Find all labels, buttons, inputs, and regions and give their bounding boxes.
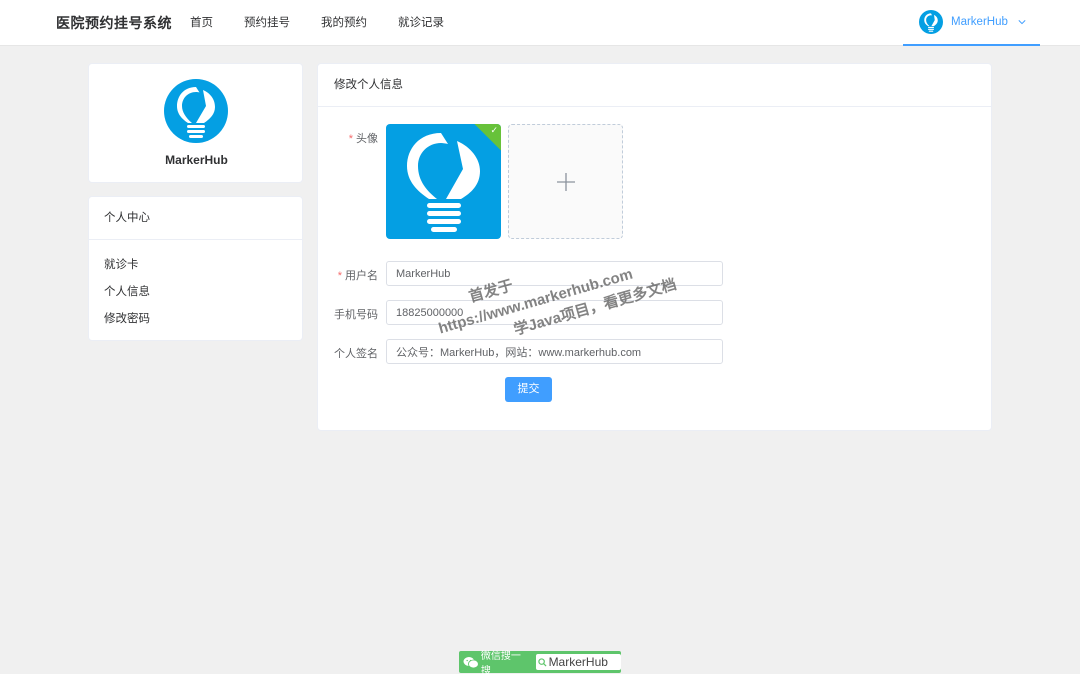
plus-icon [557,173,575,191]
menu-list: 就诊卡 个人信息 修改密码 [89,240,302,333]
badge-search-text: MarkerHub [548,655,608,669]
wechat-icon [463,656,479,668]
main-nav: 首页 预约挂号 我的预约 就诊记录 [190,0,475,46]
profile-name: MarkerHub [165,153,228,167]
avatar-preview[interactable]: ✓ [386,124,501,239]
nav-item-home[interactable]: 首页 [190,0,213,46]
wechat-search-badge: 微信搜一搜 MarkerHub [459,651,621,674]
personal-center-menu: 个人中心 就诊卡 个人信息 修改密码 [88,196,303,341]
app-brand[interactable]: 医院预约挂号系统 [56,13,172,33]
profile-card: MarkerHub [88,63,303,183]
avatar-upload-button[interactable] [508,124,623,239]
menu-item-change-password[interactable]: 修改密码 [89,306,302,333]
lightbulb-icon [407,133,480,232]
user-name: MarkerHub [951,16,1008,28]
check-icon: ✓ [490,125,498,135]
nav-item-my-appointments[interactable]: 我的预约 [321,0,367,46]
signature-label: 个人签名 [334,348,378,360]
search-icon [537,657,547,667]
submit-button[interactable]: 提交 [505,377,552,402]
top-header: 医院预约挂号系统 首页 预约挂号 我的预约 就诊记录 MarkerHub [0,0,1080,46]
nav-item-booking[interactable]: 预约挂号 [244,0,290,46]
avatar-label: * 头像 [348,133,378,145]
user-menu[interactable]: MarkerHub [903,0,1040,46]
form-title: 修改个人信息 [318,64,991,107]
menu-item-medical-card[interactable]: 就诊卡 [89,252,302,279]
phone-label: 手机号码 [334,309,378,321]
user-avatar-icon [919,10,943,34]
badge-search-box: MarkerHub [535,654,621,670]
chevron-down-icon [1018,20,1026,25]
nav-item-visit-records[interactable]: 就诊记录 [398,0,444,46]
badge-text: 微信搜一搜 [480,651,521,674]
username-label: * 用户名 [337,270,378,282]
markerhub-logo [164,79,228,143]
menu-item-personal-info[interactable]: 个人信息 [89,279,302,306]
menu-title: 个人中心 [89,197,302,240]
signature-input[interactable] [386,339,723,364]
